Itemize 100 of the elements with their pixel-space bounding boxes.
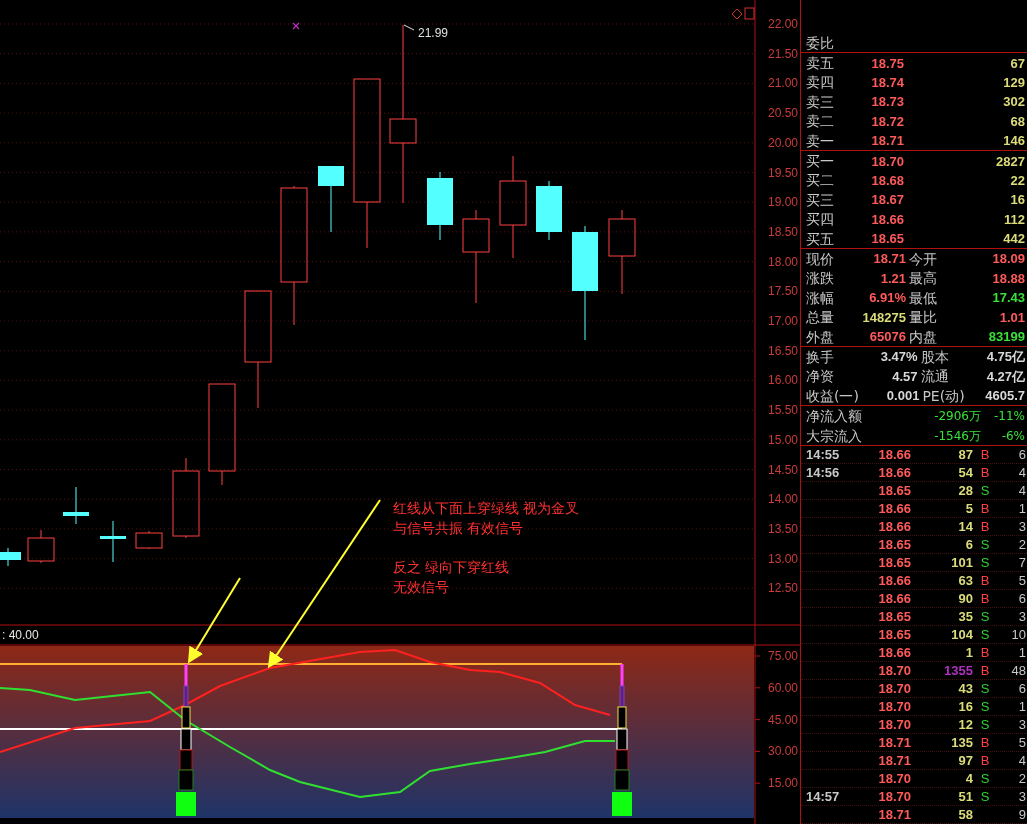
annotation-text: 红线从下面上穿绿线 视为金叉 — [393, 500, 579, 516]
trade-price: 18.71 — [877, 808, 911, 822]
trade-side: B — [979, 664, 991, 678]
trade-volume: 54 — [957, 466, 973, 480]
order-level-label: 买五 — [805, 231, 834, 246]
price-axis-label: 20.50 — [767, 106, 798, 121]
trade-count: 1 — [1017, 700, 1027, 714]
trade-volume: 104 — [950, 628, 973, 642]
trade-side: B — [979, 502, 991, 516]
price-axis-label: 16.50 — [767, 343, 798, 358]
stat-value: 83199 — [987, 330, 1026, 344]
trade-price: 18.66 — [877, 646, 911, 660]
trade-price: 18.65 — [877, 610, 911, 624]
price-axis-label: 21.50 — [767, 46, 798, 61]
trade-count: 4 — [1017, 484, 1027, 498]
trade-side: B — [979, 574, 991, 588]
price-axis-label: 19.50 — [767, 165, 798, 180]
trade-count: 2 — [1017, 538, 1027, 552]
stat-label: 最低 — [908, 290, 937, 305]
trade-count: 3 — [1017, 790, 1027, 804]
trade-volume: 5 — [964, 502, 973, 516]
stat-label: 净资 — [805, 369, 835, 384]
order-volume: 112 — [1003, 212, 1026, 226]
price-axis-label: 17.00 — [767, 314, 798, 328]
flow-percent: -6% — [1000, 429, 1026, 442]
candlestick — [0, 547, 21, 567]
price-axis-label: 20.00 — [767, 135, 798, 150]
order-level-label: 卖一 — [805, 133, 834, 148]
trade-side: S — [979, 700, 991, 714]
trade-side: S — [979, 610, 991, 624]
order-volume: 67 — [1009, 56, 1026, 70]
high-price-label: 21.99 — [418, 26, 449, 40]
trade-volume: 63 — [957, 574, 973, 588]
trade-volume: 101 — [950, 556, 973, 570]
price-axis-label: 12.50 — [767, 581, 798, 596]
order-level-label: 买三 — [805, 192, 834, 207]
flow-percent: -11% — [993, 410, 1026, 423]
annotation-text: 与信号共振 有效信号 — [393, 520, 523, 536]
candlestick — [135, 530, 163, 550]
trade-count: 3 — [1017, 520, 1027, 534]
order-price: 18.66 — [870, 212, 904, 226]
order-volume: 302 — [1002, 95, 1026, 109]
indicator-axis-label: 75.00 — [767, 649, 798, 663]
stat-label: 涨幅 — [805, 290, 834, 305]
trade-price: 18.70 — [877, 718, 911, 732]
order-volume: 146 — [1002, 134, 1026, 148]
stat-label: 流通 — [919, 369, 949, 384]
trade-price: 18.65 — [877, 556, 911, 570]
stat-value: 0.001 — [885, 389, 920, 403]
diamond-icon[interactable] — [731, 8, 743, 20]
flow-amount: -1546万 — [933, 429, 981, 442]
trade-side: S — [979, 790, 991, 804]
trade-side: S — [979, 538, 991, 552]
trade-count: 3 — [1017, 610, 1027, 624]
trade-volume: 4 — [964, 772, 973, 786]
trade-count: 2 — [1017, 772, 1027, 786]
trade-side: B — [979, 520, 991, 534]
price-axis-label: 14.50 — [767, 462, 798, 477]
indicator-value-label: : 40.00 — [2, 628, 39, 642]
stat-label: 今开 — [908, 252, 937, 266]
panel-toggle-icon[interactable] — [744, 7, 755, 20]
stat-label: 外盘 — [805, 329, 834, 344]
order-price: 18.73 — [870, 95, 904, 109]
indicator-axis-label: 30.00 — [767, 744, 798, 759]
price-axis-label: 15.00 — [767, 432, 798, 447]
trade-price: 18.71 — [877, 754, 911, 768]
flow-label: 大宗流入 — [805, 428, 863, 443]
trade-volume: 6 — [964, 538, 973, 552]
trade-price: 18.70 — [877, 682, 911, 696]
order-volume: 68 — [1009, 114, 1026, 128]
trade-volume: 28 — [957, 484, 973, 498]
trade-count: 6 — [1017, 682, 1027, 696]
candlestick — [318, 165, 344, 233]
indicator-axis-label: 60.00 — [767, 680, 798, 695]
trade-volume: 90 — [957, 592, 973, 606]
price-axis-label: 17.50 — [767, 284, 798, 299]
trade-volume: 87 — [957, 448, 973, 462]
trade-side: S — [979, 484, 991, 498]
flow-amount: -2906万 — [933, 410, 981, 423]
stat-label: 量比 — [908, 310, 937, 325]
trade-price: 18.66 — [877, 574, 911, 588]
stat-label: 内盘 — [908, 329, 937, 344]
trade-time: 14:56 — [805, 463, 841, 482]
order-level-label: 买四 — [805, 212, 834, 227]
trade-count: 7 — [1017, 556, 1027, 570]
stat-value: 4605.7 — [984, 389, 1026, 403]
trade-price: 18.70 — [877, 772, 911, 786]
price-axis-label: 15.50 — [767, 403, 798, 418]
price-axis-label: 18.50 — [767, 224, 798, 239]
trade-price: 18.66 — [877, 592, 911, 606]
price-axis-label: 19.00 — [767, 195, 798, 210]
stat-value: 1.01 — [998, 310, 1026, 324]
trade-count: 1 — [1017, 646, 1027, 660]
order-volume: 2827 — [995, 154, 1026, 168]
stat-label: 收益(一) — [805, 388, 859, 403]
trade-side: B — [979, 592, 991, 606]
trade-price: 18.70 — [877, 790, 911, 804]
trade-count: 48 — [1010, 664, 1027, 678]
trade-volume: 51 — [957, 790, 973, 804]
indicator-axis-label: 45.00 — [767, 712, 798, 727]
